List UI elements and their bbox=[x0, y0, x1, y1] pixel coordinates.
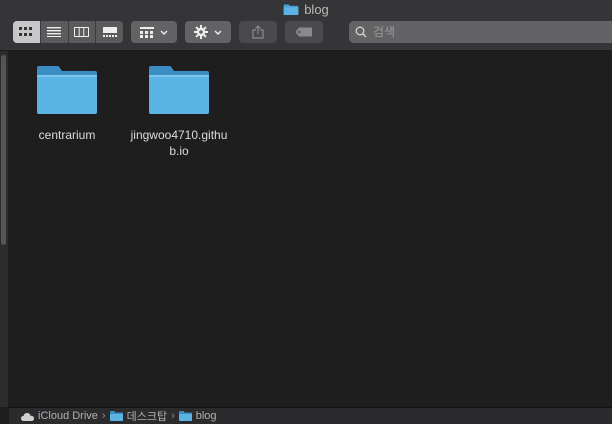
path-item[interactable]: 데스크탑 bbox=[109, 408, 168, 424]
path-item-label: iCloud Drive bbox=[38, 410, 98, 422]
tag-icon bbox=[295, 27, 312, 37]
window-title: blog bbox=[0, 0, 612, 18]
path-item-label: blog bbox=[195, 410, 217, 422]
search-field[interactable] bbox=[349, 21, 612, 43]
folder-name: centrarium bbox=[38, 128, 96, 142]
share-icon bbox=[252, 25, 264, 39]
path-bar: iCloud Drive › 데스크탑 › blog bbox=[9, 407, 612, 424]
list-view-button[interactable] bbox=[41, 21, 69, 43]
chevron-down-icon bbox=[214, 30, 222, 35]
folder-item[interactable]: centrarium bbox=[17, 65, 117, 143]
gallery-icon bbox=[102, 27, 117, 37]
edit-tags-button[interactable] bbox=[285, 21, 323, 43]
search-input[interactable] bbox=[371, 24, 595, 40]
search-icon bbox=[355, 26, 367, 38]
sidebar-edge bbox=[0, 51, 8, 407]
list-icon bbox=[47, 27, 62, 37]
folder-icon bbox=[283, 3, 299, 15]
path-item[interactable]: blog bbox=[178, 410, 217, 422]
grid-icon bbox=[19, 27, 33, 36]
columns-icon bbox=[74, 27, 90, 37]
folder-icon bbox=[149, 66, 209, 114]
folder-item[interactable]: jingwoo4710.github.io bbox=[129, 65, 229, 159]
window-toolbar: blog bbox=[0, 0, 612, 51]
gallery-view-button[interactable] bbox=[96, 21, 123, 43]
grid-icon bbox=[140, 26, 154, 38]
path-item[interactable]: iCloud Drive bbox=[21, 410, 98, 422]
scrollbar-thumb[interactable] bbox=[1, 55, 6, 245]
column-view-button[interactable] bbox=[69, 21, 97, 43]
folder-icon bbox=[178, 411, 192, 421]
action-menu-button[interactable] bbox=[185, 21, 231, 43]
gear-icon bbox=[194, 25, 208, 39]
folder-icon bbox=[109, 411, 123, 421]
path-item-label: 데스크탑 bbox=[126, 411, 168, 423]
file-grid: centrarium jingwoo4710.github.io bbox=[9, 51, 612, 407]
view-mode-segment bbox=[13, 21, 123, 43]
folder-name: jingwoo4710.github.io bbox=[130, 128, 228, 158]
icloud-icon bbox=[21, 412, 34, 421]
window-title-text: blog bbox=[304, 1, 329, 17]
share-button[interactable] bbox=[239, 21, 277, 43]
chevron-right-icon: › bbox=[101, 410, 106, 422]
icon-view-button[interactable] bbox=[13, 21, 41, 43]
folder-icon bbox=[37, 66, 97, 114]
group-by-button[interactable] bbox=[131, 21, 177, 43]
chevron-right-icon: › bbox=[171, 410, 175, 422]
chevron-down-icon bbox=[160, 30, 168, 35]
